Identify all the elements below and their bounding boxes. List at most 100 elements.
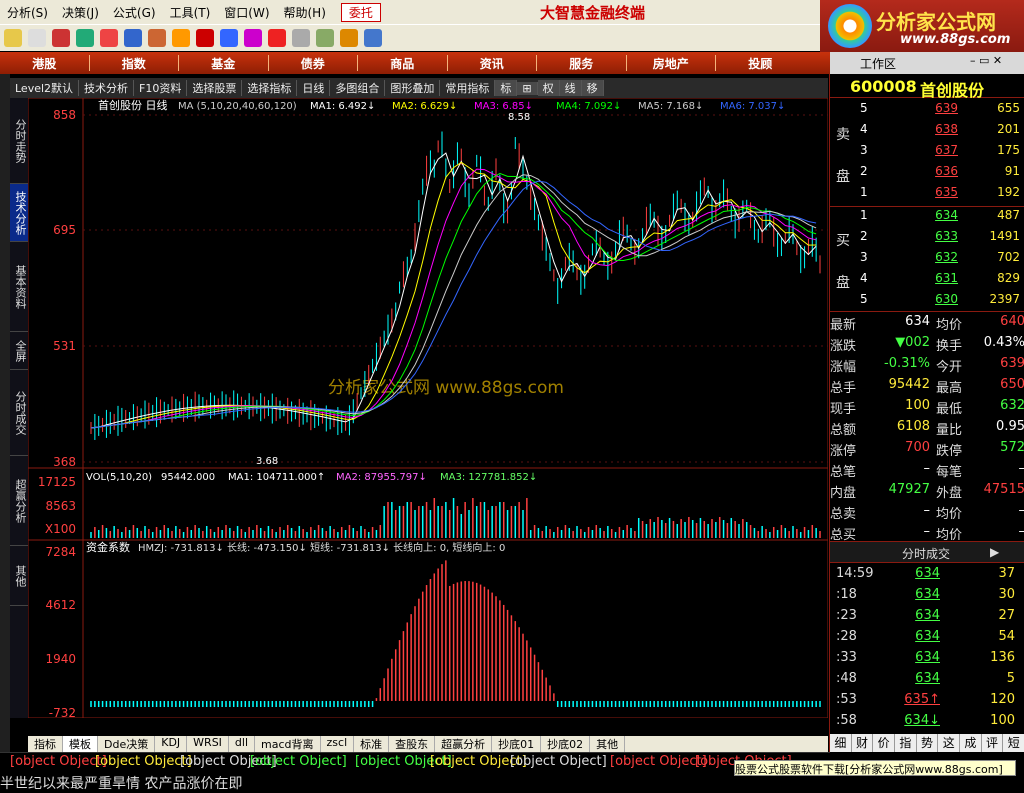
menu-item[interactable]: 窗口(W): [217, 4, 276, 21]
bottom-tab[interactable]: 标准: [354, 736, 390, 752]
dollar-icon[interactable]: [52, 29, 70, 47]
right-tab[interactable]: 成: [960, 734, 982, 752]
menu-item[interactable]: 帮助(H): [277, 4, 333, 21]
orderbook-price[interactable]: 636: [900, 164, 958, 178]
nav-item[interactable]: 债券: [269, 55, 358, 72]
arrow-icon[interactable]: [4, 29, 22, 47]
print-icon[interactable]: [292, 29, 310, 47]
menu-item[interactable]: 分析(S): [0, 4, 55, 21]
side-tab[interactable]: 基本资料: [10, 242, 28, 332]
menu-item[interactable]: 公式(G): [106, 4, 163, 21]
nav-item[interactable]: 港股: [0, 55, 89, 72]
chart-tool[interactable]: 日线: [297, 80, 331, 96]
nav-item[interactable]: 资讯: [448, 55, 537, 72]
money-icon[interactable]: [76, 29, 94, 47]
right-tab[interactable]: 势: [917, 734, 939, 752]
window-controls-icon[interactable]: – ▭ ✕: [970, 54, 1002, 67]
bottom-tab[interactable]: 指标: [28, 736, 63, 752]
orderbook-price[interactable]: 635: [900, 185, 958, 199]
chart-tool[interactable]: 图形叠加: [385, 80, 441, 96]
quote-label: 均价: [936, 507, 963, 522]
window-icon[interactable]: [316, 29, 334, 47]
orderbook-price[interactable]: 630: [900, 292, 958, 306]
chart-tool[interactable]: ⊞: [517, 81, 538, 95]
play-icon[interactable]: ▶: [990, 545, 999, 559]
orderbook-price[interactable]: 638: [900, 122, 958, 136]
side-tab[interactable]: 分时成交: [10, 370, 28, 456]
binoculars-icon[interactable]: [124, 29, 142, 47]
orderbook-price[interactable]: 631: [900, 271, 958, 285]
bottom-tab[interactable]: 抄底01: [492, 736, 542, 752]
chart-tool[interactable]: 多图组合: [330, 80, 386, 96]
bars-icon[interactable]: [340, 29, 358, 47]
chart-tool[interactable]: 技术分析: [79, 80, 135, 96]
right-tab[interactable]: 财: [852, 734, 874, 752]
quote-value: –: [923, 503, 931, 518]
bottom-tab[interactable]: Dde决策: [98, 736, 156, 752]
orderbook-price[interactable]: 637: [900, 143, 958, 157]
nav-item[interactable]: 服务: [537, 55, 626, 72]
orderbook-price[interactable]: 633: [900, 229, 958, 243]
flag-icon[interactable]: [268, 29, 286, 47]
chart-tool[interactable]: Level2默认: [10, 80, 80, 96]
right-tab[interactable]: 价: [873, 734, 896, 752]
bottom-tab[interactable]: 其他: [590, 736, 626, 752]
bottom-tab[interactable]: 超赢分析: [435, 736, 493, 752]
globe-icon[interactable]: [220, 29, 238, 47]
side-tab[interactable]: 分时走势: [10, 98, 28, 184]
menu-item[interactable]: 决策(J): [55, 4, 106, 21]
right-tab[interactable]: 指: [895, 734, 917, 752]
right-tab[interactable]: 评: [982, 734, 1004, 752]
chart-tool[interactable]: 标: [495, 80, 518, 96]
right-tab[interactable]: 细: [830, 734, 852, 752]
phone-icon[interactable]: [244, 29, 262, 47]
bottom-tab[interactable]: dll: [229, 736, 256, 752]
quote-value: 634: [905, 314, 930, 329]
side-tab[interactable]: 技术分析: [10, 184, 28, 242]
nav-item[interactable]: 房地产: [627, 55, 716, 72]
menu-item-trade[interactable]: 委托: [340, 2, 381, 22]
side-tab[interactable]: 超赢分析: [10, 456, 28, 546]
chart-tool[interactable]: 选择股票: [187, 80, 243, 96]
orderbook-price[interactable]: 632: [900, 250, 958, 264]
chart-tool[interactable]: 线: [559, 80, 582, 96]
chart-icon[interactable]: [100, 29, 118, 47]
side-tab[interactable]: 其他: [10, 546, 28, 606]
chart-tool[interactable]: 常用指标: [440, 80, 496, 96]
bottom-tab[interactable]: 模板: [63, 736, 98, 752]
help-icon[interactable]: [364, 29, 382, 47]
nav-item[interactable]: 指数: [90, 55, 179, 72]
workspace-label[interactable]: 工作区: [860, 55, 896, 72]
bottom-tab[interactable]: zscl: [321, 736, 355, 752]
ad-text[interactable]: 股票公式股票软件下载[分析家公式网www.88gs.com]: [735, 763, 1003, 776]
quote-row: 涨跌 ▼002 换手 0.43%: [830, 335, 1024, 356]
ruler-icon[interactable]: [28, 29, 46, 47]
quote-label: 现手: [830, 402, 857, 417]
chart-tool[interactable]: 选择指标: [242, 80, 298, 96]
orderbook-price[interactable]: 634: [900, 208, 958, 222]
chart-tool[interactable]: F10资料: [134, 80, 188, 96]
bottom-tab[interactable]: 查股东: [389, 736, 436, 752]
bottom-tab[interactable]: 抄底02: [541, 736, 591, 752]
nav-item[interactable]: 商品: [358, 55, 447, 72]
quote-value: 95442: [888, 377, 930, 392]
nav-item[interactable]: 投顾: [716, 55, 805, 72]
kline-chart[interactable]: 858 695 531 368 17125 8563 X100 7284 4612 1940 -73…: [27, 97, 829, 731]
menu-item[interactable]: 工具(T): [163, 4, 218, 21]
ticker-text[interactable]: 半世纪以来最严重旱情 农产品涨价在即: [0, 773, 242, 793]
nav-item[interactable]: 基金: [179, 55, 268, 72]
orderbook-price[interactable]: 639: [900, 101, 958, 115]
bottom-tab[interactable]: macd背离: [255, 736, 321, 752]
bottom-tab[interactable]: WRSI: [187, 736, 229, 752]
right-tab[interactable]: 这: [938, 734, 961, 752]
side-tab[interactable]: 全屏: [10, 332, 28, 370]
ad-banner[interactable]: 股票公式股票软件下载[分析家公式网www.88gs.com]: [734, 760, 1016, 776]
chart-tool[interactable]: 移: [581, 80, 604, 96]
chart-tool[interactable]: 权: [537, 80, 560, 96]
tools-icon[interactable]: [148, 29, 166, 47]
bottom-tab[interactable]: KDJ: [155, 736, 188, 752]
right-tab[interactable]: 短: [1003, 734, 1024, 752]
lips-icon[interactable]: [196, 29, 214, 47]
diamond-icon[interactable]: [172, 29, 190, 47]
orderbook-buy-row: 1 634 487: [830, 208, 1024, 229]
